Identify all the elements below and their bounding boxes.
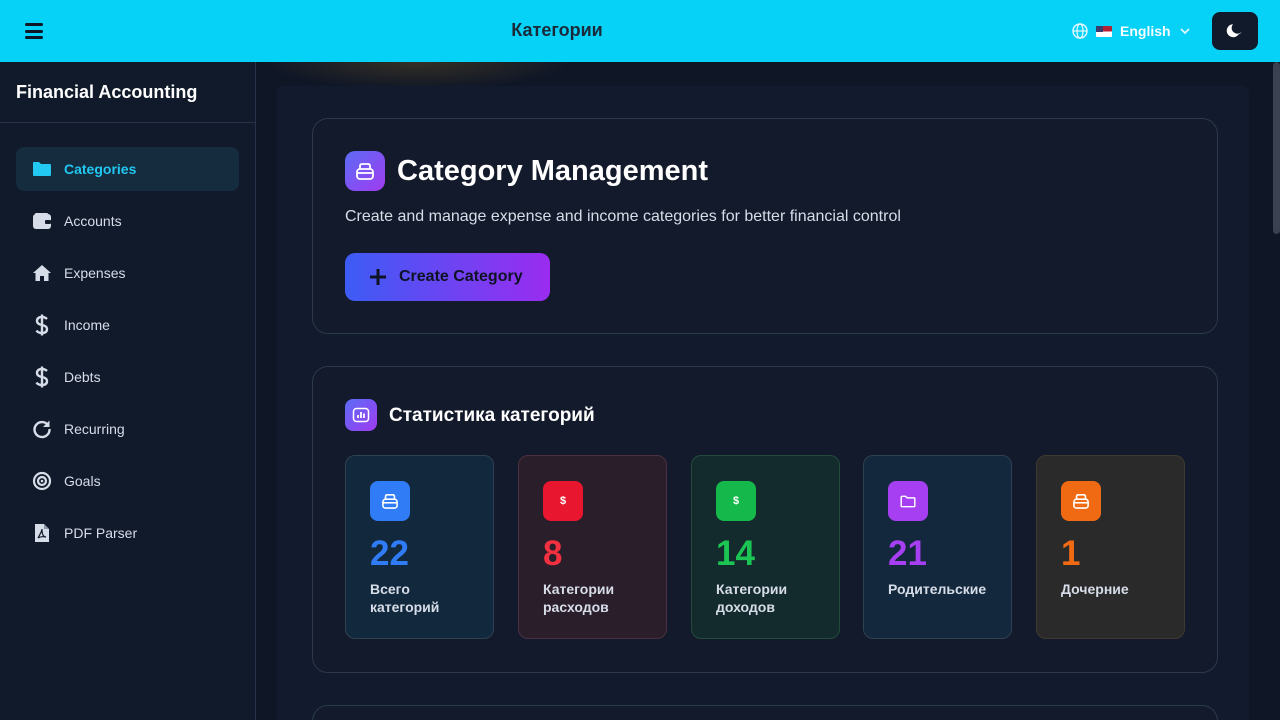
sidebar-item-expenses[interactable]: Expenses bbox=[16, 251, 239, 295]
top-header: Категории English bbox=[0, 0, 1280, 62]
sidebar-item-categories[interactable]: Categories bbox=[16, 147, 239, 191]
language-selector[interactable]: English bbox=[1072, 22, 1191, 40]
sidebar: Financial Accounting Categories Accounts… bbox=[0, 62, 256, 720]
sidebar-item-label: Categories bbox=[64, 161, 137, 177]
theme-toggle-button[interactable] bbox=[1212, 12, 1258, 50]
category-stats-card: Статистика категорий 22 Всего категорий … bbox=[312, 366, 1218, 673]
scrollbar-thumb[interactable] bbox=[1273, 62, 1280, 234]
sidebar-item-label: Debts bbox=[64, 369, 101, 385]
create-category-label: Create Category bbox=[399, 268, 523, 285]
sidebar-item-accounts[interactable]: Accounts bbox=[16, 199, 239, 243]
sidebar-item-label: Goals bbox=[64, 473, 101, 489]
box-icon bbox=[345, 151, 385, 191]
dollar-icon bbox=[32, 314, 52, 336]
stat-label: Всего категорий bbox=[370, 581, 440, 615]
sidebar-item-label: Expenses bbox=[64, 265, 126, 281]
refresh-icon bbox=[32, 419, 52, 439]
brand-title: Financial Accounting bbox=[0, 62, 255, 123]
section-subtitle: Create and manage expense and income cat… bbox=[345, 208, 901, 225]
folder-icon bbox=[32, 159, 52, 179]
category-management-card: Category Management Create and manage ex… bbox=[312, 118, 1218, 334]
stat-label: Категории доходов bbox=[716, 581, 788, 615]
bar-chart-icon bbox=[345, 399, 377, 431]
sidebar-item-income[interactable]: Income bbox=[16, 303, 239, 347]
box-icon bbox=[1061, 481, 1101, 521]
language-label: English bbox=[1120, 23, 1171, 39]
sidebar-item-recurring[interactable]: Recurring bbox=[16, 407, 239, 451]
us-flag-icon bbox=[1096, 25, 1112, 37]
moon-icon bbox=[1226, 24, 1242, 38]
stat-value: 8 bbox=[543, 534, 563, 573]
stat-card-expense: $ 8 Категории расходов bbox=[518, 455, 667, 639]
stat-value: 14 bbox=[716, 534, 755, 573]
page-title: Категории bbox=[511, 20, 603, 40]
sidebar-item-goals[interactable]: Goals bbox=[16, 459, 239, 503]
stat-label: Дочерние bbox=[1061, 581, 1129, 597]
sidebar-item-label: PDF Parser bbox=[64, 525, 138, 541]
chevron-down-icon bbox=[1179, 28, 1190, 35]
stat-card-parent: 21 Родительские bbox=[863, 455, 1012, 639]
target-icon bbox=[32, 471, 52, 491]
stat-card-child: 1 Дочерние bbox=[1036, 455, 1185, 639]
dollar-icon: $ bbox=[543, 481, 583, 521]
stat-value: 1 bbox=[1061, 534, 1081, 573]
section-title: Category Management bbox=[397, 155, 709, 187]
stat-label: Категории расходов bbox=[543, 581, 615, 615]
plus-icon bbox=[370, 269, 386, 285]
box-icon bbox=[370, 481, 410, 521]
next-section-card bbox=[312, 705, 1218, 720]
sidebar-item-label: Income bbox=[64, 317, 110, 333]
wallet-icon bbox=[32, 211, 52, 231]
sidebar-item-label: Recurring bbox=[64, 421, 125, 437]
sidebar-nav: Categories Accounts Expenses Income Debt… bbox=[0, 123, 255, 555]
pdf-icon bbox=[32, 523, 52, 543]
sidebar-item-label: Accounts bbox=[64, 213, 122, 229]
stats-title: Статистика категорий bbox=[389, 405, 595, 426]
sidebar-item-debts[interactable]: Debts bbox=[16, 355, 239, 399]
dollar-icon bbox=[32, 366, 52, 388]
home-icon bbox=[32, 263, 52, 283]
sidebar-item-pdf-parser[interactable]: PDF Parser bbox=[16, 511, 239, 555]
globe-icon bbox=[1072, 23, 1088, 39]
folder-icon bbox=[888, 481, 928, 521]
stat-value: 21 bbox=[888, 534, 927, 573]
stat-card-income: $ 14 Категории доходов bbox=[691, 455, 840, 639]
create-category-button[interactable]: Create Category bbox=[345, 253, 550, 301]
stat-label: Родительские bbox=[888, 581, 987, 597]
dollar-icon: $ bbox=[716, 481, 756, 521]
stat-card-total: 22 Всего категорий bbox=[345, 455, 494, 639]
stat-value: 22 bbox=[370, 534, 409, 573]
